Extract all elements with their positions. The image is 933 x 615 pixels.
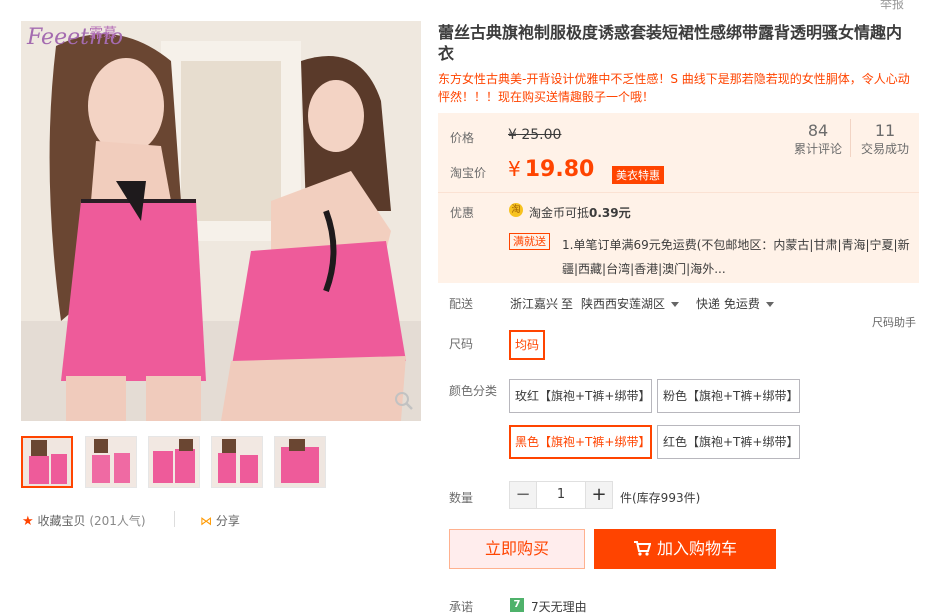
product-photo [21,21,421,421]
promo-badge: 美衣特惠 [612,166,664,184]
price-label: 价格 [450,131,475,145]
stat-divider [850,119,851,157]
review-count-label: 累计评论 [793,142,842,156]
current-price-value: 19.80 [524,157,595,182]
favorite-label: 收藏宝贝 [37,514,86,528]
thumbnail-1[interactable] [21,436,73,488]
sales-stat[interactable]: 11 交易成功 [854,121,916,157]
color-option-red[interactable]: 红色【旗袍+T裤+绑带】 [657,425,800,459]
promise-label: 承诺 [449,600,474,614]
color-option-black[interactable]: 黑色【旗袍+T裤+绑带】 [509,425,652,459]
taobao-price-label: 淘宝价 [450,166,487,180]
coin-discount: 淘金币可抵0.39元 [529,204,631,221]
size-option-onesize[interactable]: 均码 [509,330,546,360]
sales-count: 11 [874,121,896,140]
size-label: 尺码 [449,337,474,351]
favorite-button[interactable]: ★ 收藏宝贝 (201人气) [22,512,146,529]
share-icon: ⋈ [200,514,212,528]
add-to-cart-label: 加入购物车 [656,539,737,558]
quantity-input[interactable]: 1 [537,481,585,509]
color-label: 颜色分类 [449,384,498,398]
coin-discount-amount: 0.39元 [589,206,631,220]
shipping-method-select[interactable]: 快递 免运费 [696,295,774,312]
shipping-label: 配送 [449,297,474,311]
magnifier-icon[interactable] [391,391,417,417]
buy-now-button[interactable]: 立即购买 [449,529,585,569]
current-price: ¥19.80 [508,157,594,182]
promo-line-2: 疆|西藏|台湾|香港|澳门|海外... [562,262,726,276]
color-option-pink[interactable]: 粉色【旗袍+T裤+绑带】 [657,379,800,413]
original-price: ¥ 25.00 [508,127,562,143]
promo-label: 优惠 [450,206,475,220]
favorite-count: (201人气) [89,514,146,528]
price-panel: 价格 ¥ 25.00 淘宝价 ¥19.80 美衣特惠 84 累计评论 11 交易… [438,113,919,283]
add-to-cart-button[interactable]: 加入购物车 [594,529,776,569]
shipping-destination: 陕西西安莲湖区 [581,297,666,311]
taobao-coin-icon: 淘 [509,203,523,217]
shipping-method: 快递 免运费 [696,297,760,311]
chevron-down-icon [765,302,774,307]
shipping-to-word: 至 [561,297,574,311]
thumbnail-4[interactable] [211,436,263,488]
promise-text: 7天无理由 [531,600,587,614]
promo-description: 1.单笔订单满69元免运费(不包邮地区：内蒙古|甘肃|青海|宁夏|新 疆|西藏|… [562,233,912,281]
size-helper-link[interactable]: 尺码助手 [872,314,916,330]
brand-logo: Feeetmo 霏慕 [27,25,123,50]
review-count: 84 [807,121,829,140]
color-option-rose-red[interactable]: 玫红【旗袍+T裤+绑带】 [509,379,652,413]
stock-info: 件(库存993件) [620,491,701,505]
star-icon: ★ [22,514,34,529]
shipping-from: 浙江嘉兴 [510,297,559,311]
sales-count-label: 交易成功 [860,142,909,156]
thumbnail-3[interactable] [148,436,200,488]
thumbnail-5[interactable] [274,436,326,488]
brand-logo-cn: 霏慕 [89,26,117,42]
shipping-destination-select[interactable]: 陕西西安莲湖区 [581,295,680,312]
share-button[interactable]: ⋈ 分享 [200,512,240,529]
review-stat[interactable]: 84 累计评论 [788,121,848,157]
share-divider [174,511,175,527]
quantity-increase-button[interactable]: + [585,481,613,509]
main-product-image[interactable]: Feeetmo 霏慕 [21,21,421,421]
quantity-label: 数量 [449,491,474,505]
full-gift-tag: 满就送 [509,233,550,250]
price-panel-divider [438,192,919,193]
coin-discount-text: 淘金币可抵 [529,206,590,220]
product-title: 蕾丝古典旗袍制服极度诱惑套装短裙性感绑带露背透明骚女情趣内衣 [438,23,903,63]
cart-icon [633,529,652,569]
product-subtitle: 东方女性古典美-开背设计优雅中不乏性感！S 曲线下是那若隐若现的女性胴体，令人心… [438,72,910,104]
thumbnail-2[interactable] [85,436,137,488]
quantity-decrease-button[interactable]: − [509,481,537,509]
chevron-down-icon [671,302,680,307]
currency-symbol: ¥ [508,157,521,181]
share-label: 分享 [215,514,240,528]
report-link[interactable]: 举报 [880,0,904,12]
promo-line-1: 1.单笔订单满69元免运费(不包邮地区：内蒙古|甘肃|青海|宁夏|新 [562,238,910,252]
